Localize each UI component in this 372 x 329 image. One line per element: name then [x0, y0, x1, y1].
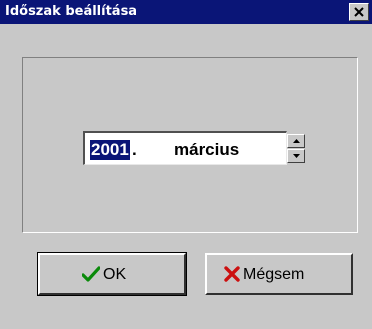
- x-icon: [224, 266, 240, 282]
- title-bar[interactable]: Időszak beállítása: [0, 0, 372, 24]
- close-icon: [354, 7, 364, 17]
- checkmark-icon: [82, 266, 100, 282]
- spin-up-button[interactable]: [287, 134, 305, 148]
- dialog-window: Időszak beállítása 2001 . március OK Még…: [0, 0, 372, 329]
- month-value[interactable]: március: [174, 140, 239, 160]
- arrow-down-icon: [293, 154, 300, 158]
- date-separator: .: [132, 140, 137, 159]
- arrow-up-icon: [293, 139, 300, 143]
- ok-button[interactable]: OK: [37, 252, 187, 296]
- cancel-label: Mégsem: [243, 266, 305, 283]
- cancel-button[interactable]: Mégsem: [205, 253, 353, 295]
- spin-down-button[interactable]: [287, 149, 305, 163]
- year-value[interactable]: 2001: [90, 140, 130, 160]
- close-button[interactable]: [349, 3, 369, 21]
- ok-label: OK: [103, 266, 127, 283]
- window-title: Időszak beállítása: [5, 4, 138, 19]
- period-date-field[interactable]: 2001 . március: [83, 131, 287, 165]
